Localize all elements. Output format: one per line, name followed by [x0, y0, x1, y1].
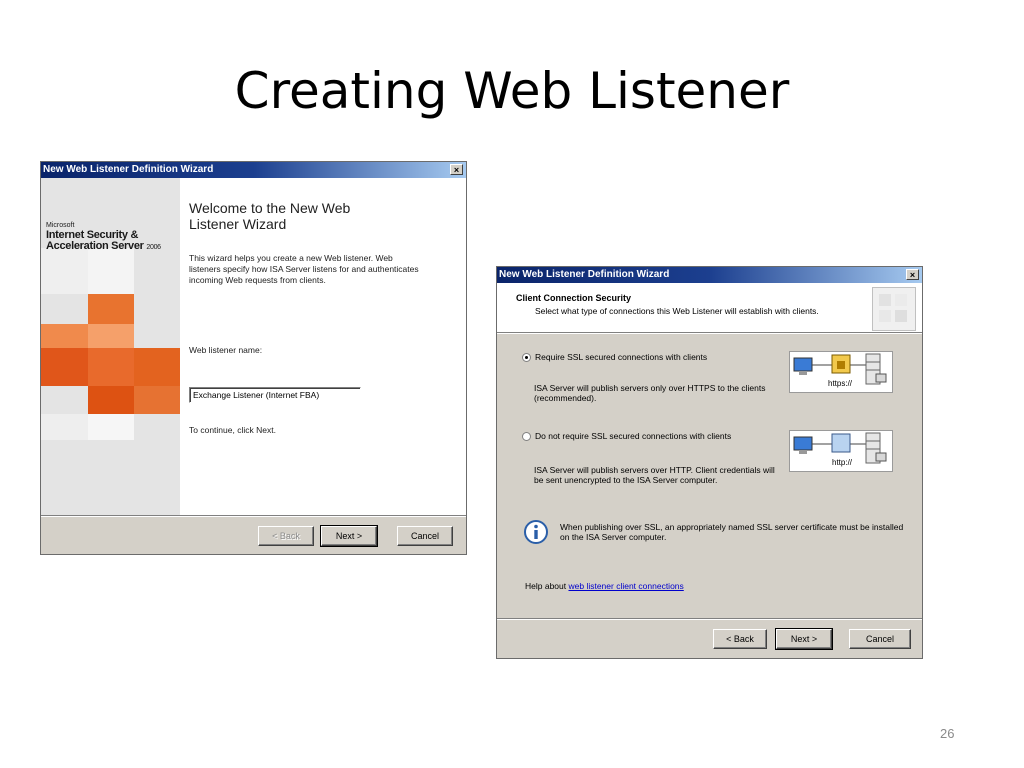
help-link[interactable]: web listener client connections: [568, 581, 683, 591]
require-ssl-radio[interactable]: [522, 353, 531, 362]
back-button[interactable]: < Back: [258, 526, 314, 546]
close-button[interactable]: ×: [906, 269, 919, 280]
no-ssl-radio[interactable]: [522, 432, 531, 441]
require-ssl-description: ISA Server will publish servers only ove…: [534, 383, 766, 403]
wizard-content: Welcome to the New Web Listener Wizard T…: [180, 178, 466, 515]
cancel-button[interactable]: Cancel: [849, 629, 911, 649]
certificate-note: When publishing over SSL, an appropriate…: [560, 522, 904, 542]
client-connection-dialog: New Web Listener Definition Wizard × Cli…: [496, 266, 923, 659]
no-ssl-label[interactable]: Do not require SSL secured connections w…: [535, 431, 731, 441]
dialog-title: New Web Listener Definition Wizard: [499, 269, 670, 280]
http-label: http://: [832, 458, 853, 467]
continue-instruction: To continue, click Next.: [189, 425, 276, 435]
welcome-wizard-dialog: New Web Listener Definition Wizard × Mic…: [40, 161, 467, 555]
cancel-button[interactable]: Cancel: [397, 526, 453, 546]
header-graphic: [872, 287, 916, 331]
listener-name-input[interactable]: Exchange Listener (Internet FBA): [189, 387, 361, 403]
next-button[interactable]: Next >: [775, 628, 833, 650]
dialog-titlebar: New Web Listener Definition Wizard ×: [41, 162, 466, 178]
require-ssl-label[interactable]: Require SSL secured connections with cli…: [535, 352, 707, 362]
https-diagram: https://: [789, 351, 893, 393]
close-button[interactable]: ×: [450, 164, 463, 175]
http-diagram: http://: [789, 430, 893, 472]
button-bar: < Back Next > Cancel: [41, 515, 466, 554]
listener-name-label: Web listener name:: [189, 345, 263, 355]
help-line: Help about web listener client connectio…: [525, 581, 684, 591]
page-subtitle: Select what type of connections this Web…: [535, 306, 819, 316]
product-logo: Microsoft Internet Security & Accelerati…: [46, 222, 161, 252]
slide-title: Creating Web Listener: [234, 62, 790, 120]
page-number: 26: [940, 726, 955, 741]
dialog-title: New Web Listener Definition Wizard: [43, 164, 214, 175]
no-ssl-description: ISA Server will publish servers over HTT…: [534, 465, 775, 485]
page-heading: Client Connection Security: [516, 293, 632, 303]
welcome-heading: Welcome to the New Web Listener Wizard: [189, 200, 351, 232]
dialog-titlebar: New Web Listener Definition Wizard ×: [497, 267, 922, 283]
wizard-banner: Microsoft Internet Security & Accelerati…: [41, 178, 180, 515]
info-icon: [523, 519, 549, 550]
https-label: https://: [828, 379, 853, 388]
wizard-header: Client Connection Security Select what t…: [497, 283, 922, 332]
back-button[interactable]: < Back: [713, 629, 767, 649]
next-button[interactable]: Next >: [320, 525, 378, 547]
wizard-description: This wizard helps you create a new Web l…: [189, 253, 419, 285]
